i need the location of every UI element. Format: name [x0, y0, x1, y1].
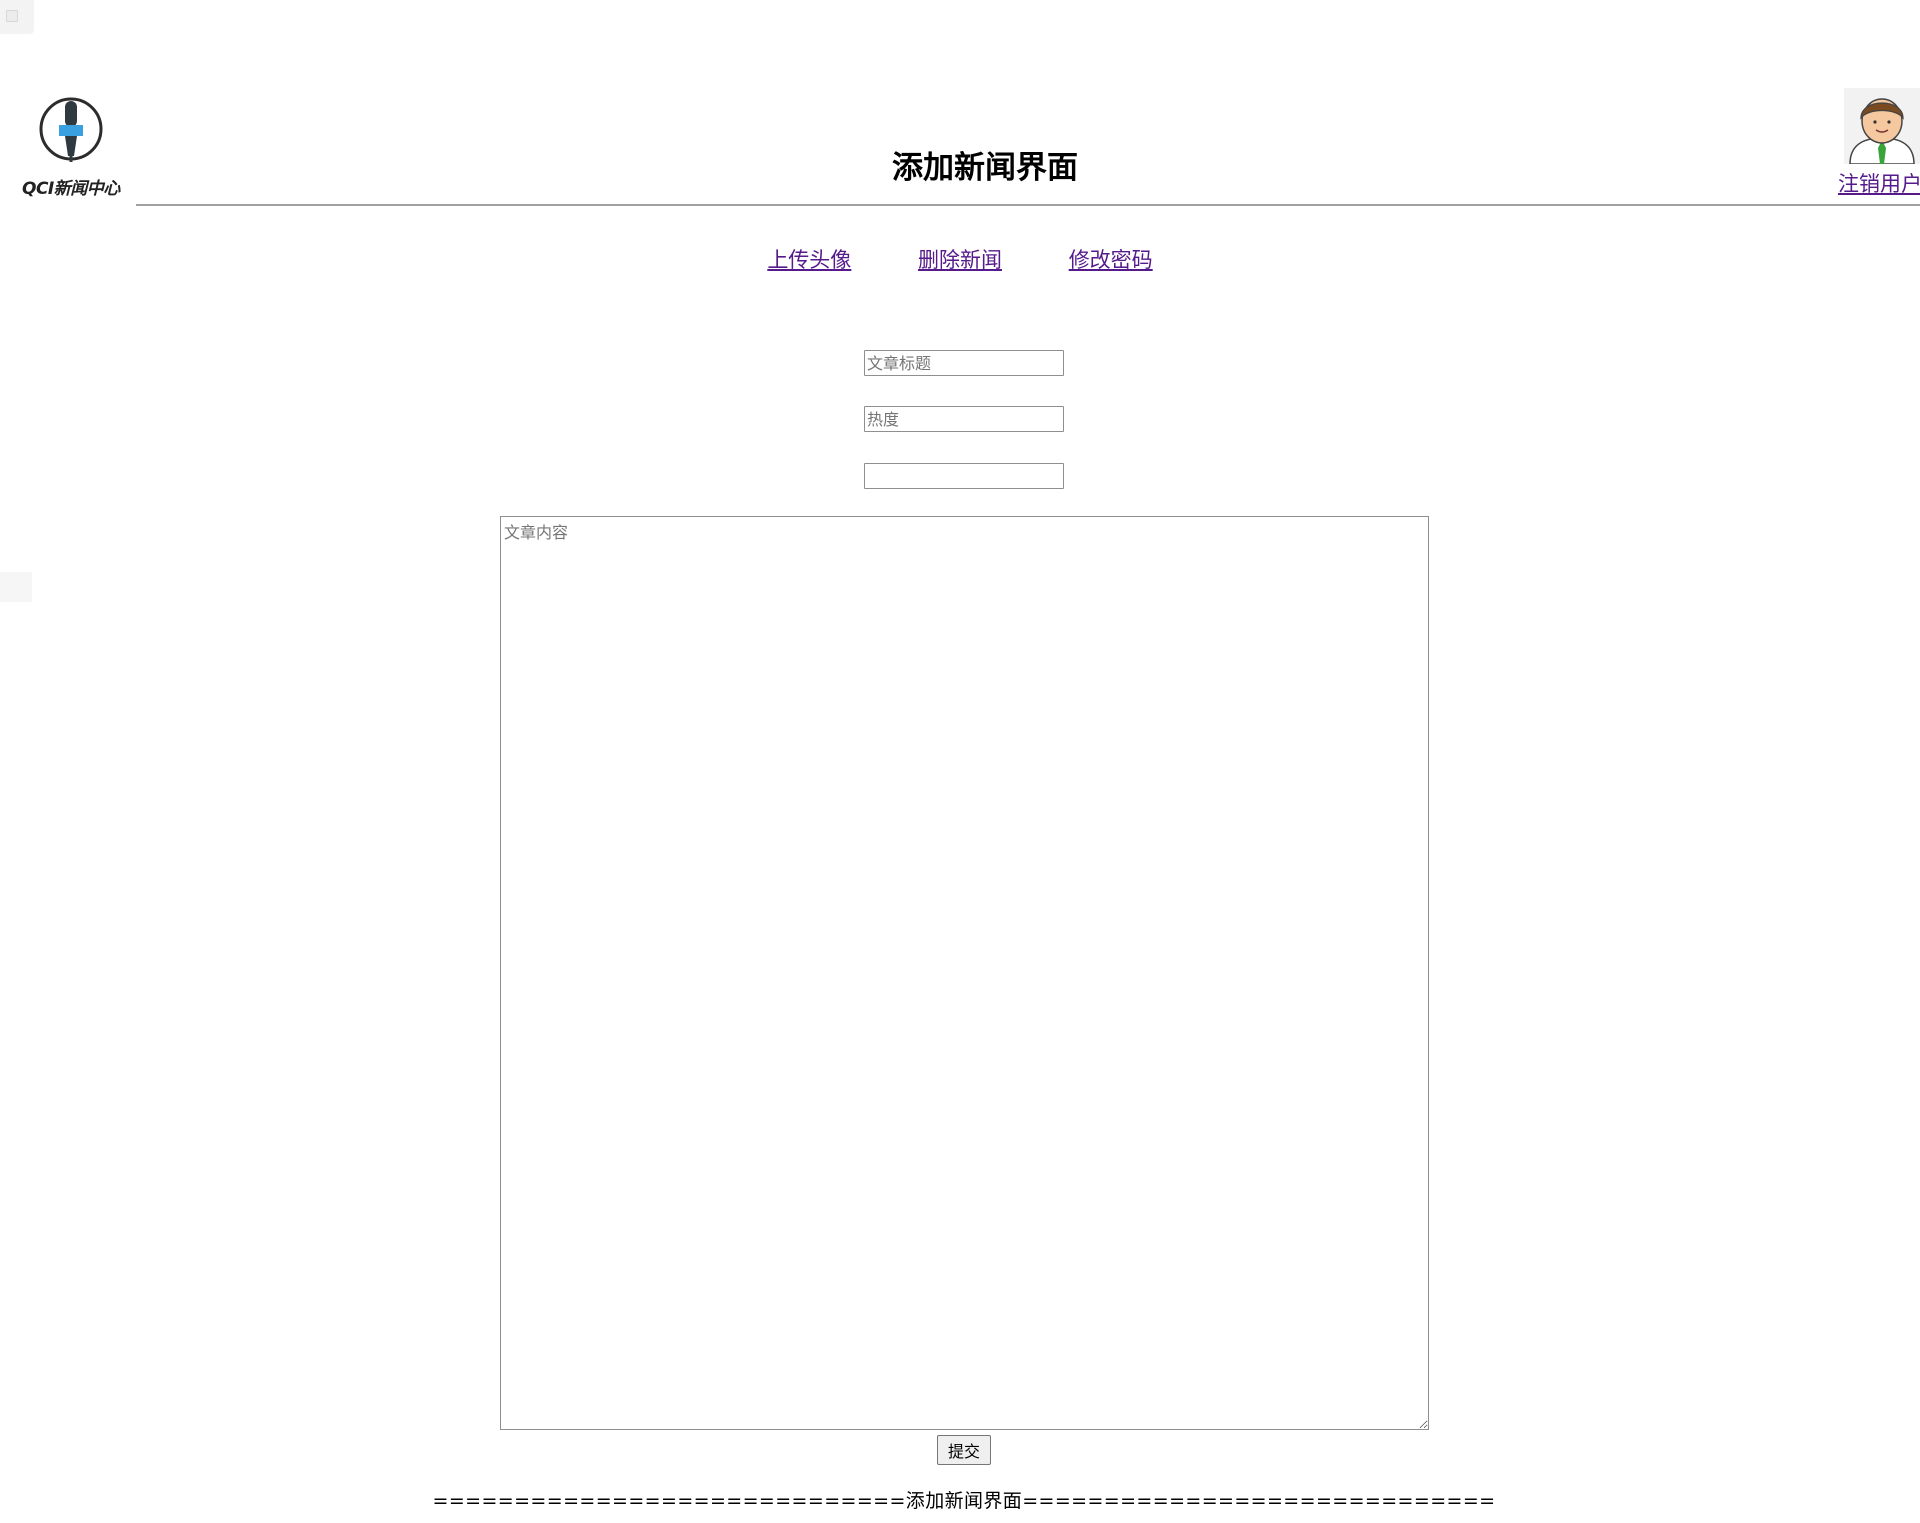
- submit-button[interactable]: 提交: [937, 1435, 991, 1465]
- header-divider: [136, 204, 1920, 206]
- nav-delete-news[interactable]: 删除新闻: [918, 248, 1002, 272]
- page: QCI新闻中心 添加新闻界面 注销用户 上传头像 删除新闻 修改密码 提交 ==…: [0, 0, 1920, 1523]
- footer-banner: =============================添加新闻界面=====…: [432, 1490, 1496, 1512]
- article-title-input[interactable]: [864, 350, 1064, 376]
- nav-change-password[interactable]: 修改密码: [1069, 248, 1153, 272]
- logout-link[interactable]: 注销用户: [1838, 168, 1920, 198]
- extra-input[interactable]: [864, 463, 1064, 489]
- nav-upload-avatar[interactable]: 上传头像: [767, 248, 851, 272]
- corner-placeholder: [0, 0, 34, 34]
- article-content-textarea[interactable]: [500, 516, 1429, 1430]
- page-title: 添加新闻界面: [892, 150, 1078, 186]
- user-panel: 注销用户: [1838, 88, 1920, 198]
- user-avatar-icon: [1844, 88, 1920, 164]
- action-nav: 上传头像 删除新闻 修改密码: [0, 244, 1920, 274]
- broken-image-icon: [6, 10, 18, 22]
- heat-input[interactable]: [864, 406, 1064, 432]
- side-placeholder: [0, 572, 32, 602]
